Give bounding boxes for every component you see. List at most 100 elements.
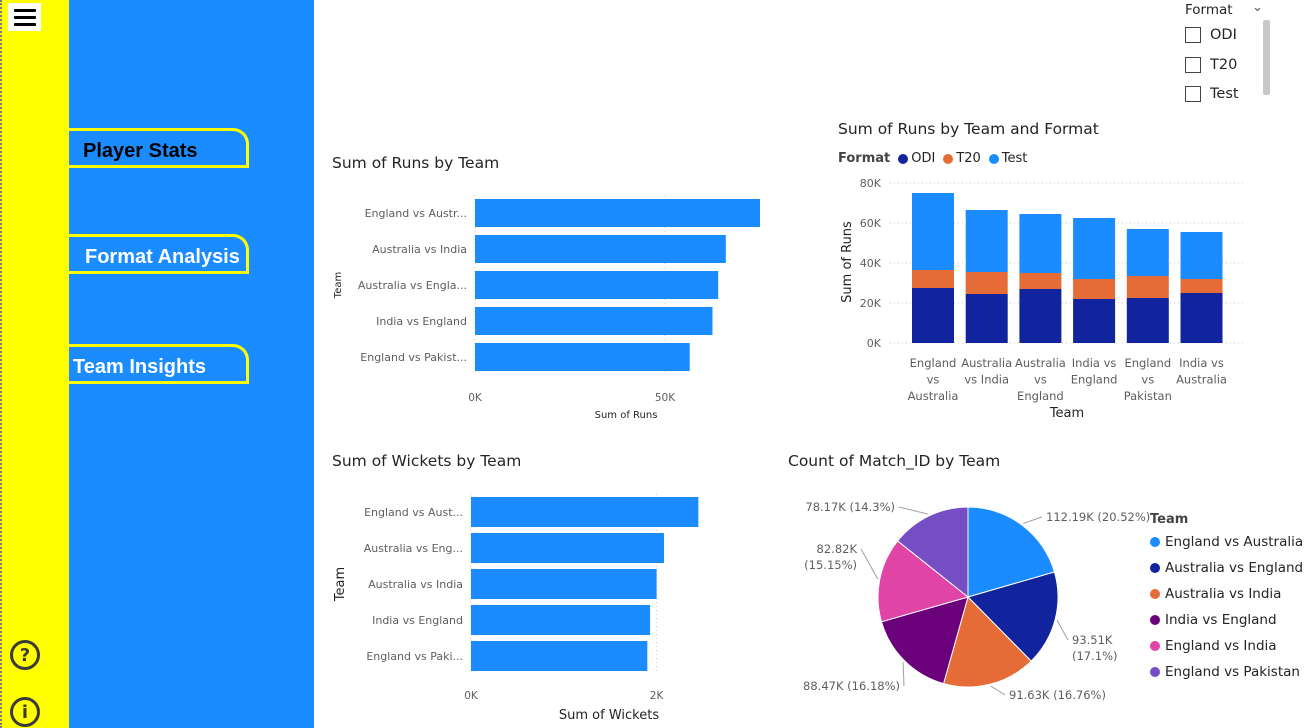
checkbox[interactable] xyxy=(1185,27,1201,43)
legend-item-t20[interactable]: T20 xyxy=(943,151,981,166)
legend-label: ODI xyxy=(911,151,936,166)
legend-label: Test xyxy=(1001,151,1028,166)
legend-dot xyxy=(1150,615,1160,625)
bar-segment-odi xyxy=(1180,293,1223,343)
data-label: 88.47K (16.18%) xyxy=(803,679,900,693)
question-icon[interactable]: ? xyxy=(10,640,40,670)
legend-item[interactable]: England vs Australia xyxy=(1150,534,1303,550)
y-tick-label: England vs Pakist... xyxy=(360,351,467,364)
format-slicer: Format ⌄ ODI T20 Test xyxy=(1180,0,1275,110)
y-tick-label: England vs Aust... xyxy=(364,506,463,519)
x-tick-label: England xyxy=(910,356,957,370)
legend-label: T20 xyxy=(956,151,981,166)
bar xyxy=(475,235,726,263)
y-tick-label: 0K xyxy=(867,337,882,350)
bar xyxy=(471,605,651,635)
bar-segment-t20 xyxy=(1180,279,1223,293)
bar xyxy=(475,199,760,227)
bar xyxy=(471,497,699,527)
y-tick-label: India vs England xyxy=(372,614,463,627)
legend-item[interactable]: England vs India xyxy=(1150,638,1277,654)
y-tick-label: 40K xyxy=(860,257,882,270)
bar-segment-odi xyxy=(965,294,1008,343)
legend-label: Australia vs India xyxy=(1165,586,1282,602)
y-tick-label: England vs Paki... xyxy=(366,650,463,663)
format-legend: Format ODI T20 Test xyxy=(838,151,1027,166)
slicer-option-odi[interactable]: ODI xyxy=(1185,27,1237,43)
slicer-option-label: T20 xyxy=(1210,57,1238,73)
y-tick-label: Australia vs India xyxy=(372,243,467,256)
data-label: 82.82K xyxy=(817,542,858,556)
pie-slice xyxy=(880,596,969,685)
legend-item-odi[interactable]: ODI xyxy=(898,151,935,166)
slicer-option-t20[interactable]: T20 xyxy=(1185,57,1237,73)
x-tick-label: Australia xyxy=(908,389,959,403)
pie-legend-title: Team xyxy=(1150,512,1189,527)
runs-by-team-format-chart: 0K20K40K60K80KEnglandvsAustraliaAustrali… xyxy=(840,177,1245,421)
match-count-title: Count of Match_ID by Team xyxy=(788,452,1001,470)
leader-line xyxy=(1023,516,1043,524)
pie-slice xyxy=(942,596,1032,688)
slicer-option-test[interactable]: Test xyxy=(1185,86,1239,102)
navigation-panel: Player Stats Format Analysis Team Insigh… xyxy=(69,0,314,728)
y-axis-title: Team xyxy=(333,272,344,299)
leader-line xyxy=(902,662,905,687)
legend-label: England vs Pakistan xyxy=(1165,664,1300,680)
data-label: 93.51K xyxy=(1072,633,1113,647)
bar xyxy=(475,307,713,335)
legend-dot xyxy=(1150,537,1160,547)
x-tick-label: vs xyxy=(1034,373,1047,387)
bar xyxy=(471,641,648,671)
checkbox[interactable] xyxy=(1185,57,1201,73)
info-icon[interactable]: i xyxy=(10,697,40,727)
player-stats-button[interactable]: Player Stats xyxy=(69,128,249,168)
slicer-option-label: ODI xyxy=(1210,27,1237,43)
y-tick-label: Australia vs Eng... xyxy=(364,542,463,555)
bar xyxy=(471,569,657,599)
pie-slice xyxy=(967,571,1059,662)
format-analysis-button[interactable]: Format Analysis xyxy=(69,234,249,274)
data-label: 78.17K (14.3%) xyxy=(805,500,895,514)
legend-item[interactable]: India vs England xyxy=(1150,612,1277,628)
slicer-scrollbar[interactable] xyxy=(1263,20,1270,95)
legend-item[interactable]: Australia vs England xyxy=(1150,560,1303,576)
x-tick-label: vs xyxy=(1141,373,1154,387)
data-label: (15.15%) xyxy=(804,558,857,572)
legend-item[interactable]: England vs Pakistan xyxy=(1150,664,1300,680)
data-label: 91.63K (16.76%) xyxy=(1009,688,1106,702)
legend-label: England vs India xyxy=(1165,638,1277,654)
slicer-title: Format xyxy=(1185,2,1233,18)
bar-segment-test xyxy=(912,193,954,270)
y-tick-label: India vs England xyxy=(376,315,467,328)
x-tick-label: 0K xyxy=(468,392,483,404)
match-count-pie-chart: 112.19K (20.52%) 93.51K (17.1%) 91.63K (16.… xyxy=(803,500,1150,702)
pie-slice xyxy=(877,540,970,623)
bar-segment-t20 xyxy=(1126,276,1169,298)
hamburger-icon[interactable] xyxy=(8,3,41,31)
x-axis-title: Sum of Runs xyxy=(595,410,658,421)
wickets-by-team-chart: 0K 2K England vs Aust... Australia vs Eng..… xyxy=(333,494,699,723)
y-tick-label: 60K xyxy=(860,217,882,230)
data-label: 112.19K (20.52%) xyxy=(1046,510,1150,524)
bar xyxy=(471,533,665,563)
pie-slice xyxy=(967,506,1056,598)
x-tick-label: 0K xyxy=(464,690,479,702)
legend-item[interactable]: Australia vs India xyxy=(1150,586,1281,602)
legend-dot xyxy=(1150,641,1160,651)
team-insights-button[interactable]: Team Insights xyxy=(69,344,249,384)
bar-segment-odi xyxy=(1019,289,1062,343)
leader-line xyxy=(1056,620,1069,641)
bar-segment-odi xyxy=(1126,298,1169,343)
legend-title: Format xyxy=(838,151,891,166)
leader-line xyxy=(898,506,929,515)
bar-segment-t20 xyxy=(912,270,954,288)
app-rail: ? i xyxy=(0,0,69,728)
y-tick-label: England vs Austr... xyxy=(365,207,467,220)
legend-label: England vs Australia xyxy=(1165,534,1304,550)
legend-item-test[interactable]: Test xyxy=(988,151,1028,166)
x-axis-title: Sum of Wickets xyxy=(559,708,659,723)
checkbox[interactable] xyxy=(1185,86,1201,102)
leader-line xyxy=(860,548,879,580)
y-tick-label: Australia vs India xyxy=(368,578,463,591)
chevron-down-icon[interactable]: ⌄ xyxy=(1252,0,1263,15)
